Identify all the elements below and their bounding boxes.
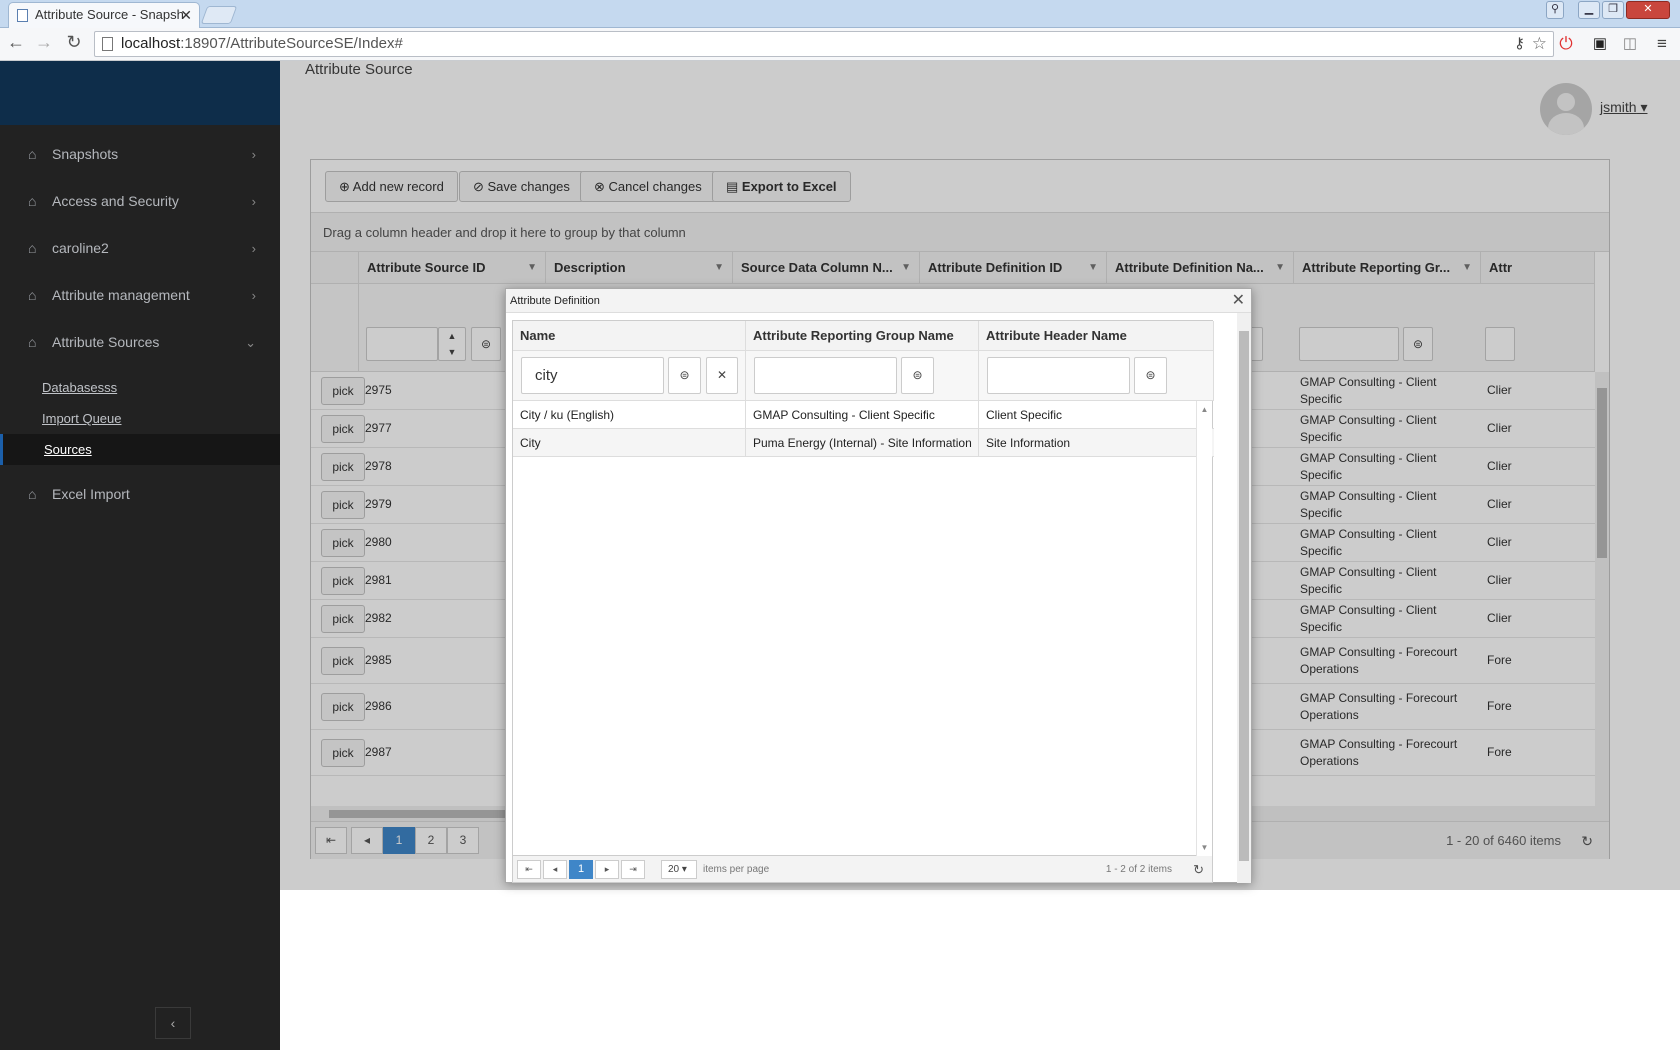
chevron-right-icon: › bbox=[251, 241, 256, 256]
sidebar-submenu: Databasesss Import Queue Sources bbox=[0, 366, 280, 471]
sidebar-item-label: Attribute Sources bbox=[52, 334, 160, 350]
profile-icon[interactable]: ⚲ bbox=[1546, 1, 1564, 19]
group-filter-cell: ⊜ bbox=[746, 351, 979, 401]
group-filter-input[interactable] bbox=[754, 357, 897, 394]
home-icon: ⌂ bbox=[28, 240, 37, 256]
header-filter-cell: ⊜ bbox=[979, 351, 1214, 401]
browser-titlebar: Attribute Source - Snapsh ✕ ⚲ ▁ ❐ ✕ bbox=[0, 0, 1680, 28]
browser-toolbar: ← → ↻ localhost:18907/AttributeSourceSE/… bbox=[0, 28, 1680, 61]
page-favicon-icon bbox=[17, 9, 28, 22]
extension-icon[interactable]: ▣ bbox=[1590, 34, 1610, 54]
dialog-column-header[interactable]: Attribute Header Name bbox=[979, 321, 1214, 351]
page-icon bbox=[102, 37, 113, 51]
collapse-sidebar-button[interactable]: ‹ bbox=[155, 1007, 191, 1039]
sidebar-item-label: Attribute management bbox=[52, 287, 190, 303]
restore-button[interactable]: ❐ bbox=[1602, 1, 1624, 19]
dialog-row[interactable]: City / ku (English) GMAP Consulting - Cl… bbox=[513, 401, 1214, 429]
key-icon[interactable]: ⚷ bbox=[1514, 32, 1525, 56]
close-tab-icon[interactable]: ✕ bbox=[180, 3, 192, 27]
dialog-cell-group: Puma Energy (Internal) - Site Informatio… bbox=[746, 429, 979, 457]
scroll-down-icon: ▼ bbox=[1200, 843, 1209, 852]
new-tab-button[interactable] bbox=[200, 6, 238, 24]
url-host: localhost bbox=[121, 35, 181, 52]
dialog-pager-info: 1 - 2 of 2 items bbox=[1105, 864, 1172, 875]
dialog-title: Attribute Definition ✕ bbox=[506, 289, 1251, 313]
dialog-grid-scrollbar[interactable]: ▲ ▼ bbox=[1196, 401, 1212, 856]
page-size-select[interactable]: 20 ▾ bbox=[661, 860, 697, 879]
power-extension-icon[interactable]: ⏻ bbox=[1556, 34, 1576, 54]
name-filter-input[interactable]: city bbox=[521, 357, 664, 394]
sidebar-item-attribute-sources[interactable]: ⌂ Attribute Sources ⌄ bbox=[0, 319, 280, 366]
first-page-icon[interactable]: ⇤ bbox=[517, 860, 541, 879]
page-button[interactable]: 1 bbox=[569, 860, 593, 879]
screen: Attribute Source - Snapsh ✕ ⚲ ▁ ❐ ✕ ← → … bbox=[0, 0, 1680, 1050]
chevron-down-icon: ⌄ bbox=[245, 335, 256, 350]
browser-tab[interactable]: Attribute Source - Snapsh ✕ bbox=[8, 2, 200, 28]
sidebar-item-caroline2[interactable]: ⌂ caroline2 › bbox=[0, 225, 280, 272]
dialog-cell-header: Site Information bbox=[979, 429, 1198, 457]
sidebar-subitem-import-queue[interactable]: Import Queue bbox=[0, 403, 280, 434]
reload-icon[interactable]: ↻ bbox=[62, 32, 86, 53]
scroll-up-icon: ▲ bbox=[1200, 405, 1209, 414]
attribute-definition-dialog: Attribute Definition ✕ Name Attribute Re… bbox=[505, 288, 1252, 883]
home-icon: ⌂ bbox=[28, 193, 37, 209]
home-icon: ⌂ bbox=[28, 146, 37, 162]
chevron-right-icon: › bbox=[251, 194, 256, 209]
extension-2-icon[interactable]: ◫ bbox=[1620, 34, 1640, 54]
menu-icon[interactable]: ≡ bbox=[1652, 34, 1672, 54]
home-icon: ⌂ bbox=[28, 486, 37, 502]
close-window-button[interactable]: ✕ bbox=[1626, 1, 1670, 19]
chevron-right-icon: › bbox=[251, 147, 256, 162]
sidebar-item-label: Snapshots bbox=[52, 146, 119, 162]
dialog-row[interactable]: City Puma Energy (Internal) - Site Infor… bbox=[513, 429, 1214, 457]
dialog-cell-header: Client Specific bbox=[979, 401, 1198, 429]
dialog-column-group[interactable]: Attribute Reporting Group Name bbox=[746, 321, 979, 351]
chevron-right-icon: › bbox=[251, 288, 256, 303]
sidebar-item-label: Excel Import bbox=[52, 486, 130, 502]
sidebar-item-label: caroline2 bbox=[52, 240, 109, 256]
dialog-outer-scrollbar[interactable] bbox=[1237, 313, 1251, 883]
next-page-icon[interactable]: ▸ bbox=[595, 860, 619, 879]
prev-page-icon[interactable]: ◂ bbox=[543, 860, 567, 879]
name-filter-cell: city ⊜ ✕ bbox=[513, 351, 746, 401]
minimize-button[interactable]: ▁ bbox=[1578, 1, 1600, 19]
address-bar[interactable]: localhost:18907/AttributeSourceSE/Index#… bbox=[94, 31, 1554, 57]
last-page-icon[interactable]: ⇥ bbox=[621, 860, 645, 879]
clear-filter-icon[interactable]: ✕ bbox=[706, 357, 738, 394]
home-icon: ⌂ bbox=[28, 287, 37, 303]
sidebar-item-attribute-management[interactable]: ⌂ Attribute management › bbox=[0, 272, 280, 319]
sidebar-brand bbox=[0, 61, 280, 125]
filter-icon[interactable]: ⊜ bbox=[901, 357, 934, 394]
sidebar: ⌂ Snapshots › ⌂ Access and Security › ⌂ … bbox=[0, 61, 280, 1050]
filter-icon[interactable]: ⊜ bbox=[668, 357, 701, 394]
dialog-cell-name: City bbox=[513, 429, 746, 457]
header-filter-input[interactable] bbox=[987, 357, 1130, 394]
browser-tab-title: Attribute Source - Snapsh bbox=[35, 7, 184, 22]
sidebar-item-access-security[interactable]: ⌂ Access and Security › bbox=[0, 178, 280, 225]
url-path: :18907/AttributeSourceSE/Index# bbox=[180, 35, 403, 52]
forward-arrow-icon[interactable]: → bbox=[32, 32, 56, 53]
dialog-cell-name: City / ku (English) bbox=[513, 401, 746, 429]
close-icon[interactable]: ✕ bbox=[1232, 289, 1245, 313]
bookmark-star-icon[interactable]: ☆ bbox=[1532, 32, 1547, 56]
back-arrow-icon[interactable]: ← bbox=[4, 32, 28, 53]
dialog-pager: ⇤ ◂ 1 ▸ ⇥ 20 ▾ items per page 1 - 2 of 2… bbox=[512, 856, 1213, 883]
sidebar-subitem-sources[interactable]: Sources bbox=[0, 434, 280, 465]
dialog-cell-group: GMAP Consulting - Client Specific bbox=[746, 401, 979, 429]
sidebar-subitem-databasesss[interactable]: Databasesss bbox=[0, 372, 280, 403]
home-icon: ⌂ bbox=[28, 334, 37, 350]
page-size-label: items per page bbox=[703, 864, 770, 875]
sidebar-item-snapshots[interactable]: ⌂ Snapshots › bbox=[0, 131, 280, 178]
dialog-grid: Name Attribute Reporting Group Name Attr… bbox=[512, 320, 1214, 856]
sidebar-item-label: Access and Security bbox=[52, 193, 179, 209]
filter-icon[interactable]: ⊜ bbox=[1134, 357, 1167, 394]
sidebar-item-excel-import[interactable]: ⌂ Excel Import bbox=[0, 471, 280, 518]
refresh-icon[interactable]: ↻ bbox=[1193, 856, 1204, 883]
dialog-column-name[interactable]: Name bbox=[513, 321, 746, 351]
